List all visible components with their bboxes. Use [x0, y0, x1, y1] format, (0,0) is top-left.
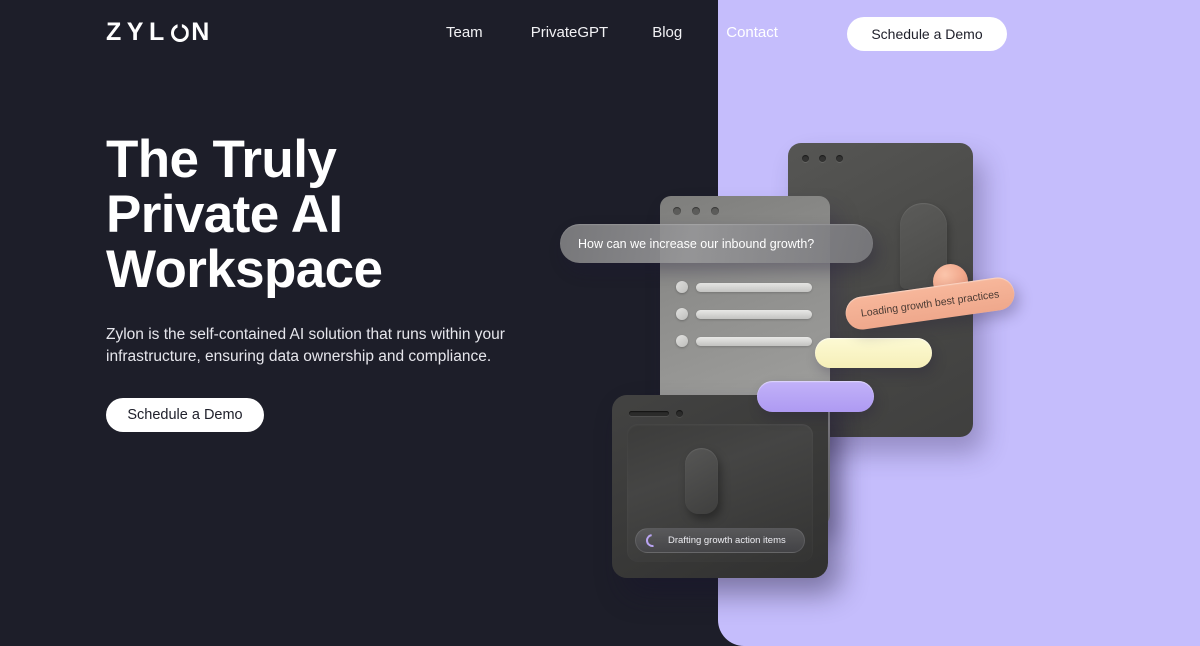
- bullet-icon: [676, 281, 688, 293]
- illustration-front-device-card: Drafting growth action items: [612, 395, 828, 578]
- nav-link-contact[interactable]: Contact: [726, 24, 778, 41]
- spinner-icon: [643, 531, 662, 550]
- window-dot-icon: [692, 207, 700, 215]
- window-dots-middle: [673, 207, 719, 215]
- hero-content: The Truly Private AI Workspace Zylon is …: [106, 132, 626, 432]
- header-schedule-demo-button[interactable]: Schedule a Demo: [847, 17, 1007, 51]
- bullet-icon: [676, 335, 688, 347]
- headline-line-3: Workspace: [106, 240, 383, 299]
- site-header: ZYL N Team PrivateGPT Blog Contact Schedu…: [0, 0, 1200, 68]
- window-dots-back: [802, 155, 843, 162]
- list-item: [676, 308, 812, 320]
- placeholder-bar: [696, 309, 812, 319]
- logo-o-ring-icon: [170, 24, 189, 42]
- decorative-yellow-pill: [815, 338, 932, 368]
- window-dot-icon: [836, 155, 843, 162]
- brand-logo[interactable]: ZYL N: [106, 20, 215, 45]
- decorative-blob-shape: [685, 448, 718, 514]
- window-dot-icon: [802, 155, 809, 162]
- placeholder-bar: [696, 336, 812, 346]
- nav-link-blog[interactable]: Blog: [652, 24, 682, 41]
- list-item: [676, 335, 812, 347]
- window-dot-icon: [819, 155, 826, 162]
- nav-link-privategpt[interactable]: PrivateGPT: [531, 24, 609, 41]
- drafting-status-text: Drafting growth action items: [668, 535, 786, 546]
- hero-schedule-demo-button[interactable]: Schedule a Demo: [106, 398, 264, 432]
- brand-logo-text-suffix: N: [191, 18, 215, 46]
- page-title: The Truly Private AI Workspace: [106, 132, 626, 297]
- placeholder-bar: [696, 282, 812, 292]
- headline-line-2: Private AI: [106, 185, 343, 244]
- camera-dot-icon: [676, 410, 683, 417]
- drafting-status-bar: Drafting growth action items: [635, 528, 805, 553]
- primary-navigation: Team PrivateGPT Blog Contact: [446, 24, 778, 41]
- brand-logo-text: ZYL: [106, 18, 170, 46]
- speaker-slit-icon: [629, 411, 669, 416]
- placeholder-list: [676, 281, 812, 362]
- list-item: [676, 281, 812, 293]
- decorative-purple-pill: [757, 381, 874, 412]
- window-dot-icon: [673, 207, 681, 215]
- window-dot-icon: [711, 207, 719, 215]
- headline-line-1: The Truly: [106, 130, 337, 189]
- page-stage: Loading growth best practices How can we…: [0, 0, 1200, 646]
- nav-link-team[interactable]: Team: [446, 24, 483, 41]
- hero-subtitle: Zylon is the self-contained AI solution …: [106, 326, 505, 365]
- bullet-icon: [676, 308, 688, 320]
- device-screen: Drafting growth action items: [627, 424, 813, 562]
